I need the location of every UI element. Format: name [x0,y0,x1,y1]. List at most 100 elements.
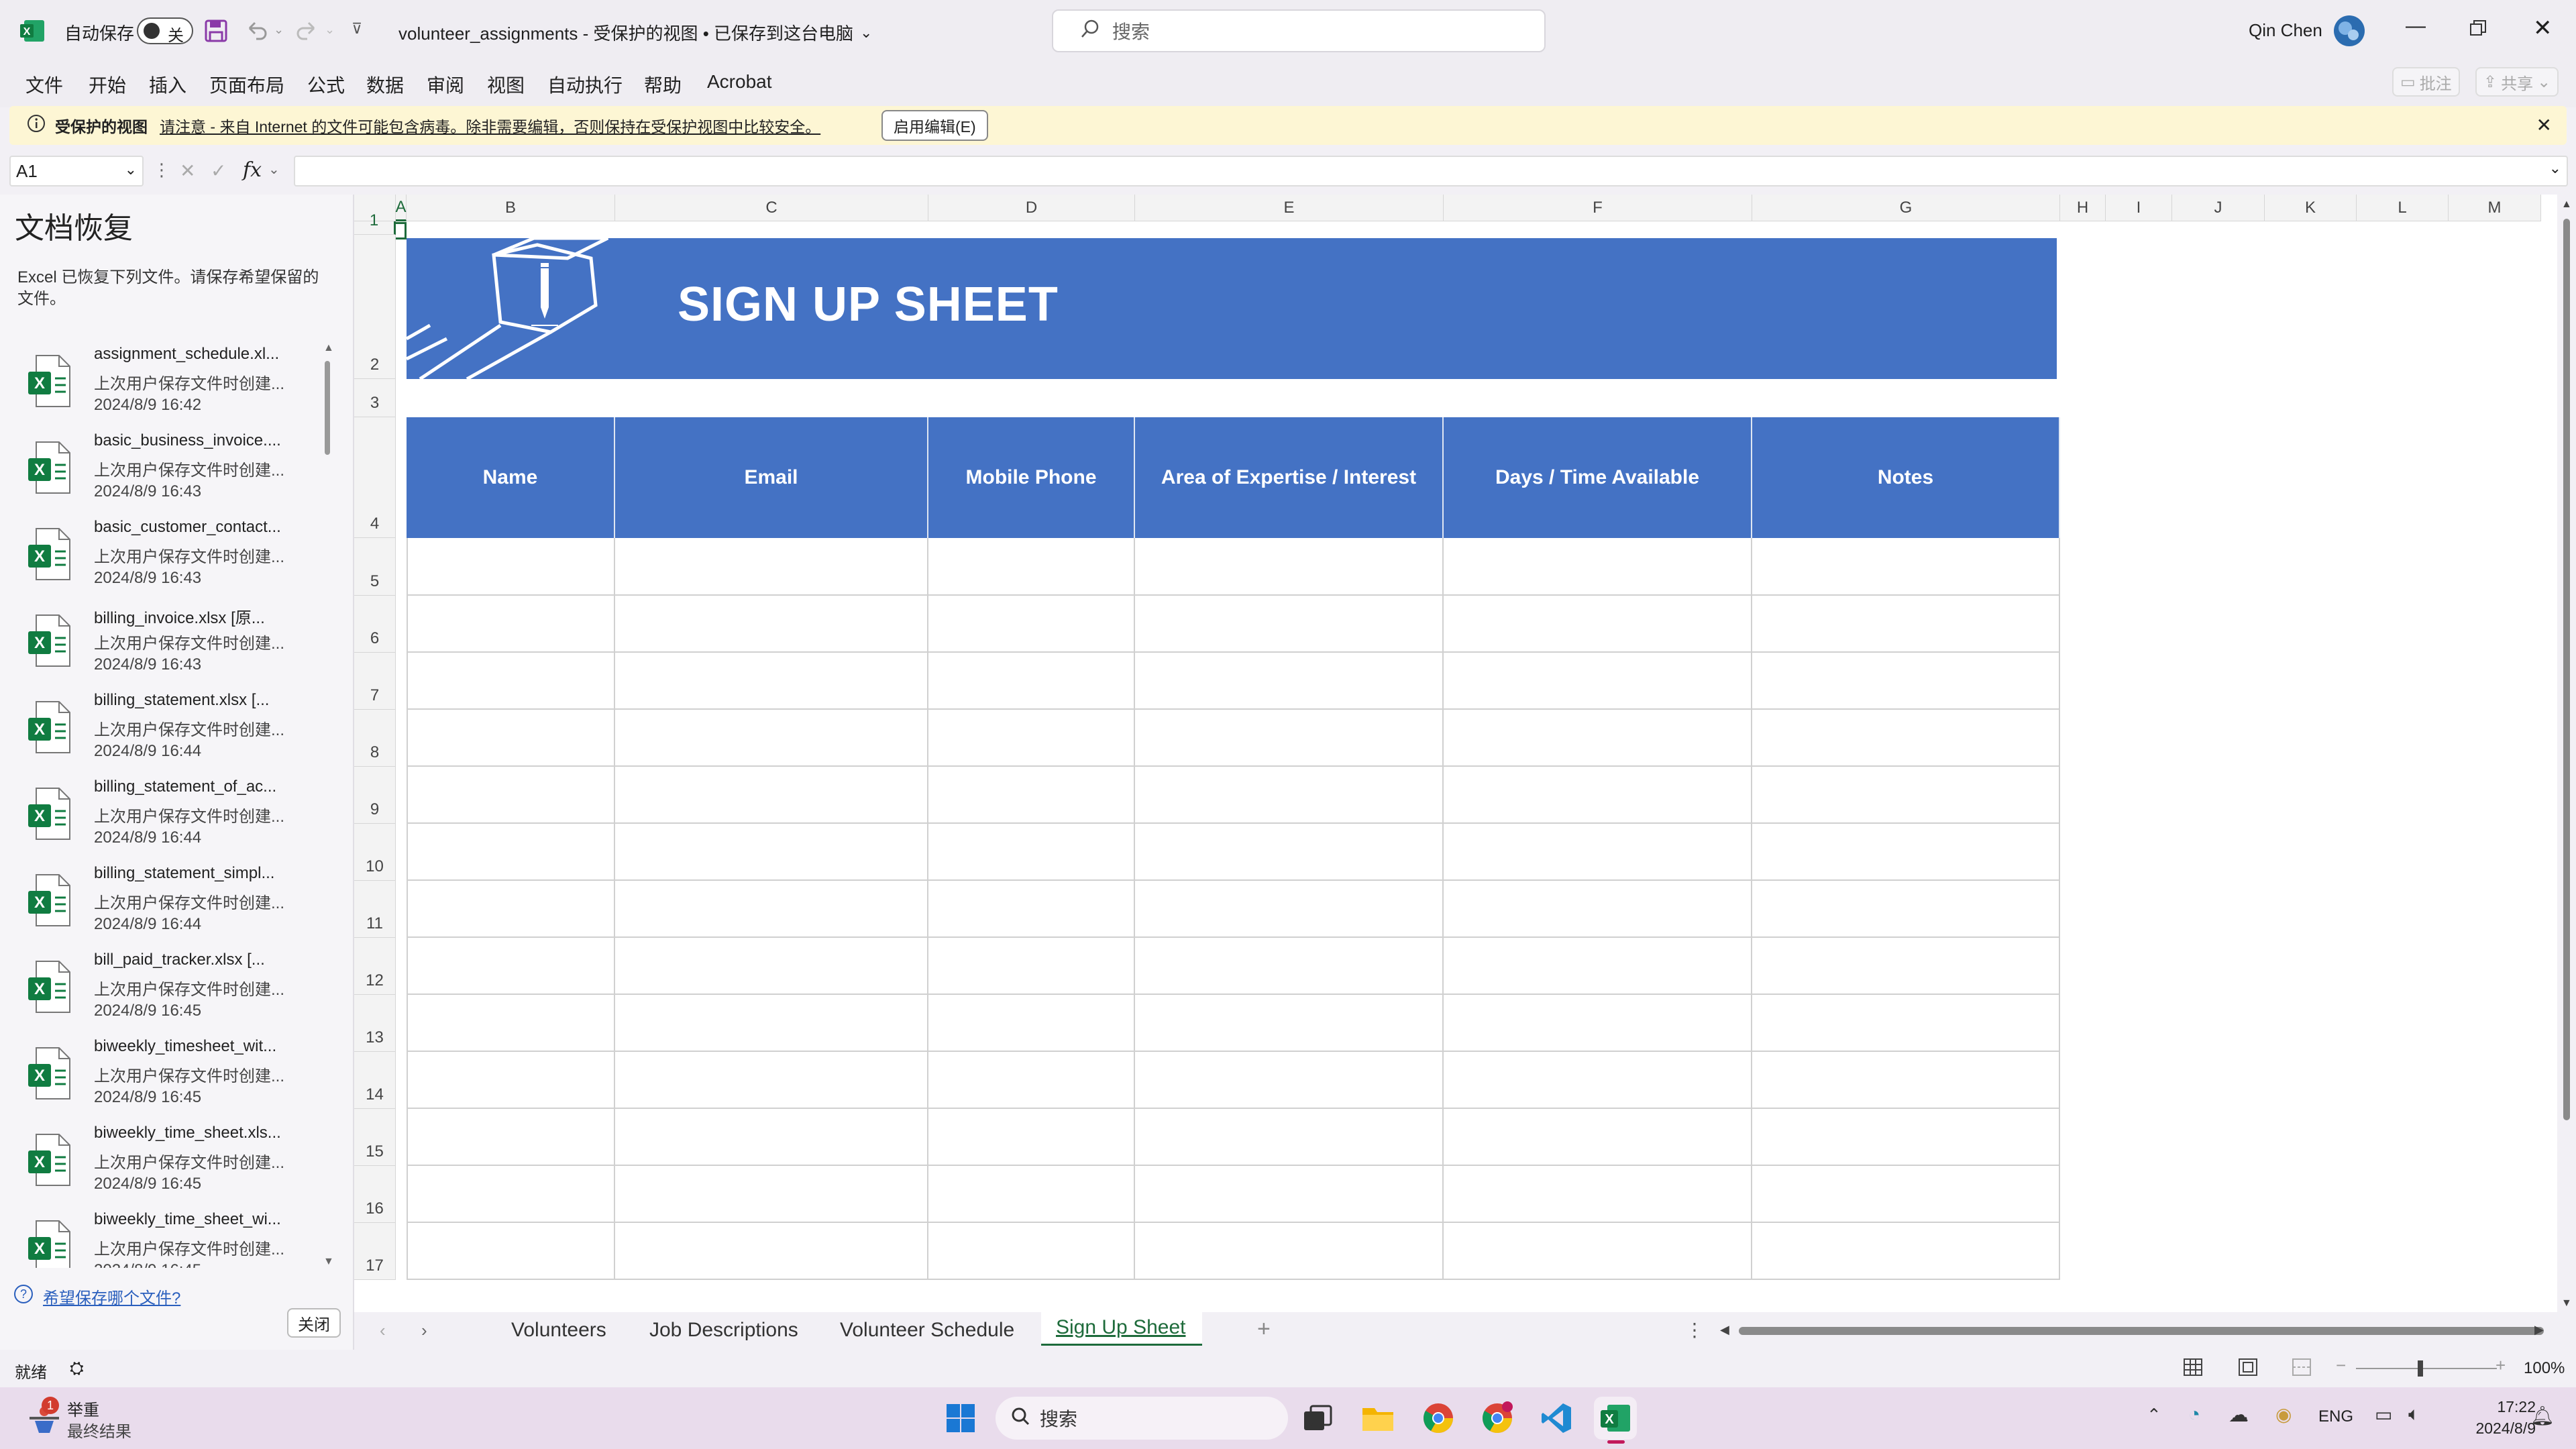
tab-job-descriptions[interactable]: Job Descriptions [649,1319,798,1342]
table-cell[interactable] [1752,710,2060,767]
recovery-file-item[interactable]: Xbiweekly_time_sheet_wi... 上次用户保存文件时创建...… [0,1208,322,1268]
user-name[interactable]: Qin Chen [2249,20,2322,41]
table-cell[interactable] [1752,1109,2060,1166]
table-cell[interactable] [1135,596,1444,653]
show-hidden-icons[interactable]: ⌃ [2147,1405,2161,1426]
scroll-left-icon[interactable]: ◀ [1720,1323,1729,1337]
row-header[interactable]: 17 [354,1223,396,1280]
table-cell[interactable] [407,596,615,653]
table-cell[interactable] [1135,1166,1444,1223]
prev-sheet-icon[interactable]: ‹ [380,1320,386,1341]
vscode-icon[interactable] [1535,1397,1578,1440]
insert-function-button[interactable]: fx [243,158,262,182]
table-cell[interactable] [928,596,1135,653]
row-header[interactable]: 13 [354,995,396,1052]
column-header-l[interactable]: L [2357,195,2449,221]
scroll-up-icon[interactable]: ▲ [323,342,334,354]
network-icon[interactable]: ▭ [2375,1403,2392,1426]
row-header[interactable]: 9 [354,767,396,824]
redo-icon[interactable] [295,19,319,43]
menu-formulas[interactable]: 公式 [307,71,345,98]
task-view-icon[interactable] [1296,1397,1339,1440]
horizontal-scroll-thumb[interactable] [1739,1327,2544,1335]
menu-view[interactable]: 视图 [487,71,525,98]
column-header-g[interactable]: G [1752,195,2060,221]
table-cell[interactable] [928,710,1135,767]
table-cell[interactable] [1135,1052,1444,1109]
table-cell[interactable] [615,653,928,710]
protected-view-message[interactable]: 请注意 - 来自 Internet 的文件可能包含病毒。除非需要编辑，否则保持在… [160,114,820,137]
table-cell[interactable] [615,1223,928,1280]
formula-input[interactable]: ⌄ [294,156,2568,186]
table-cell[interactable] [615,710,928,767]
recovery-file-item[interactable]: Xbasic_customer_contact... 上次用户保存文件时创建...… [0,515,322,601]
table-cell[interactable] [1135,653,1444,710]
table-cell[interactable] [407,767,615,824]
onedrive-icon[interactable]: ☁ [2229,1403,2249,1427]
save-icon[interactable] [204,19,228,43]
vertical-scroll-thumb[interactable] [2563,219,2570,1120]
edge-tray-icon[interactable]: ◔ [2188,1403,2200,1426]
row-header[interactable]: 3 [354,379,396,417]
zoom-in-icon[interactable]: + [2496,1355,2506,1376]
close-window-icon[interactable]: ✕ [2533,15,2553,42]
notification-bell-icon[interactable]: 🔔︎ [2530,1405,2555,1427]
clock-time[interactable]: 17:22 [2455,1398,2536,1416]
table-cell[interactable] [1752,824,2060,881]
table-cell[interactable] [1444,1109,1752,1166]
table-cell[interactable] [1752,596,2060,653]
recovery-file-item[interactable]: Xbiweekly_time_sheet.xls... 上次用户保存文件时创建..… [0,1121,322,1207]
row-header[interactable]: 14 [354,1052,396,1109]
table-cell[interactable] [407,710,615,767]
menu-page-layout[interactable]: 页面布局 [209,71,284,98]
accessibility-icon[interactable]: ⛭ [70,1358,84,1379]
table-cell[interactable] [1135,881,1444,938]
row-header[interactable]: 5 [354,538,396,596]
column-header-c[interactable]: C [615,195,928,221]
table-cell[interactable] [928,881,1135,938]
table-cell[interactable] [1444,538,1752,596]
worksheet-grid[interactable]: SIGN UP SHEET ABCDEFGHIJKLM1234567891011… [354,195,2557,1312]
row-header[interactable]: 2 [354,235,396,379]
table-cell[interactable] [407,881,615,938]
table-header-cell[interactable]: Mobile Phone [928,417,1135,538]
page-layout-view-icon[interactable] [2238,1358,2258,1381]
add-sheet-icon[interactable]: + [1257,1316,1271,1342]
table-cell[interactable] [1752,995,2060,1052]
table-cell[interactable] [1444,995,1752,1052]
row-header[interactable]: 16 [354,1166,396,1223]
recovery-close-button[interactable]: 关闭 [287,1308,341,1338]
scroll-down-icon[interactable]: ▼ [323,1256,334,1268]
table-header-cell[interactable]: Area of Expertise / Interest [1135,417,1444,538]
scroll-right-icon[interactable]: ▶ [2534,1323,2544,1337]
table-header-cell[interactable]: Email [615,417,928,538]
file-explorer-icon[interactable] [1356,1397,1399,1440]
chrome-icon[interactable] [1417,1397,1460,1440]
table-cell[interactable] [928,995,1135,1052]
scroll-up-icon[interactable]: ▲ [2561,199,2572,211]
zoom-out-icon[interactable]: − [2336,1355,2346,1376]
undo-icon[interactable] [244,19,268,43]
language-indicator[interactable]: ENG [2318,1407,2353,1426]
which-file-help-link[interactable]: ? 希望保存哪个文件? [13,1284,180,1309]
recovery-file-item[interactable]: Xbilling_statement_simpl... 上次用户保存文件时创建..… [0,861,322,947]
table-cell[interactable] [928,824,1135,881]
table-cell[interactable] [928,938,1135,995]
table-cell[interactable] [1135,824,1444,881]
row-header[interactable]: 7 [354,653,396,710]
comments-button[interactable]: ▭ 批注 [2392,67,2460,97]
column-header-d[interactable]: D [928,195,1135,221]
column-header-f[interactable]: F [1444,195,1752,221]
zoom-slider-thumb[interactable] [2418,1360,2423,1377]
recovery-file-item[interactable]: Xbiweekly_timesheet_wit... 上次用户保存文件时创建...… [0,1034,322,1120]
name-box[interactable]: A1 ⌄ [9,156,144,186]
column-header-j[interactable]: J [2172,195,2265,221]
zoom-level[interactable]: 100% [2524,1359,2565,1378]
table-cell[interactable] [615,767,928,824]
table-cell[interactable] [1135,1223,1444,1280]
table-cell[interactable] [615,881,928,938]
menu-review[interactable]: 审阅 [427,71,464,98]
table-cell[interactable] [1444,824,1752,881]
table-cell[interactable] [407,995,615,1052]
recovery-file-item[interactable]: Xassignment_schedule.xl... 上次用户保存文件时创建...… [0,342,322,428]
